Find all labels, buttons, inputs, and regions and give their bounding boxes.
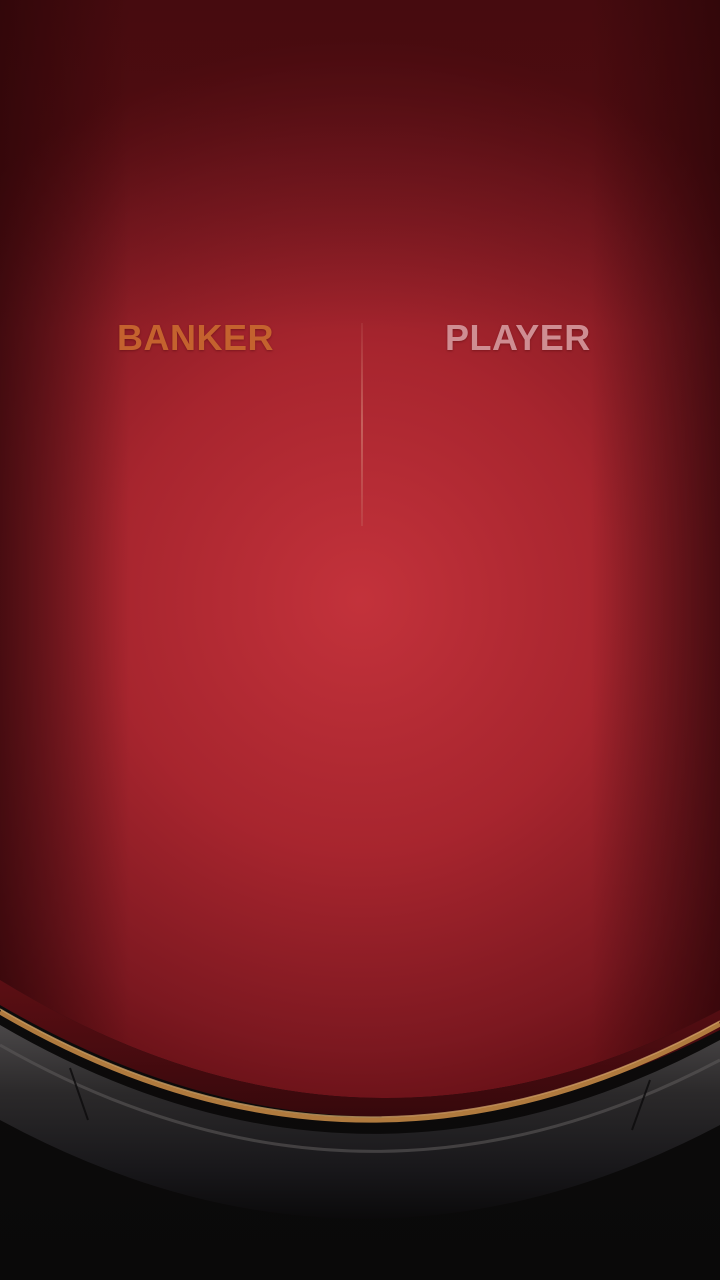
banker-label: BANKER bbox=[117, 317, 275, 358]
player-label: PLAYER bbox=[445, 317, 591, 358]
banker-player-divider bbox=[361, 323, 363, 526]
baccarat-table: BANKER PLAYER bbox=[0, 0, 720, 1280]
table-felt-background bbox=[0, 0, 720, 1280]
